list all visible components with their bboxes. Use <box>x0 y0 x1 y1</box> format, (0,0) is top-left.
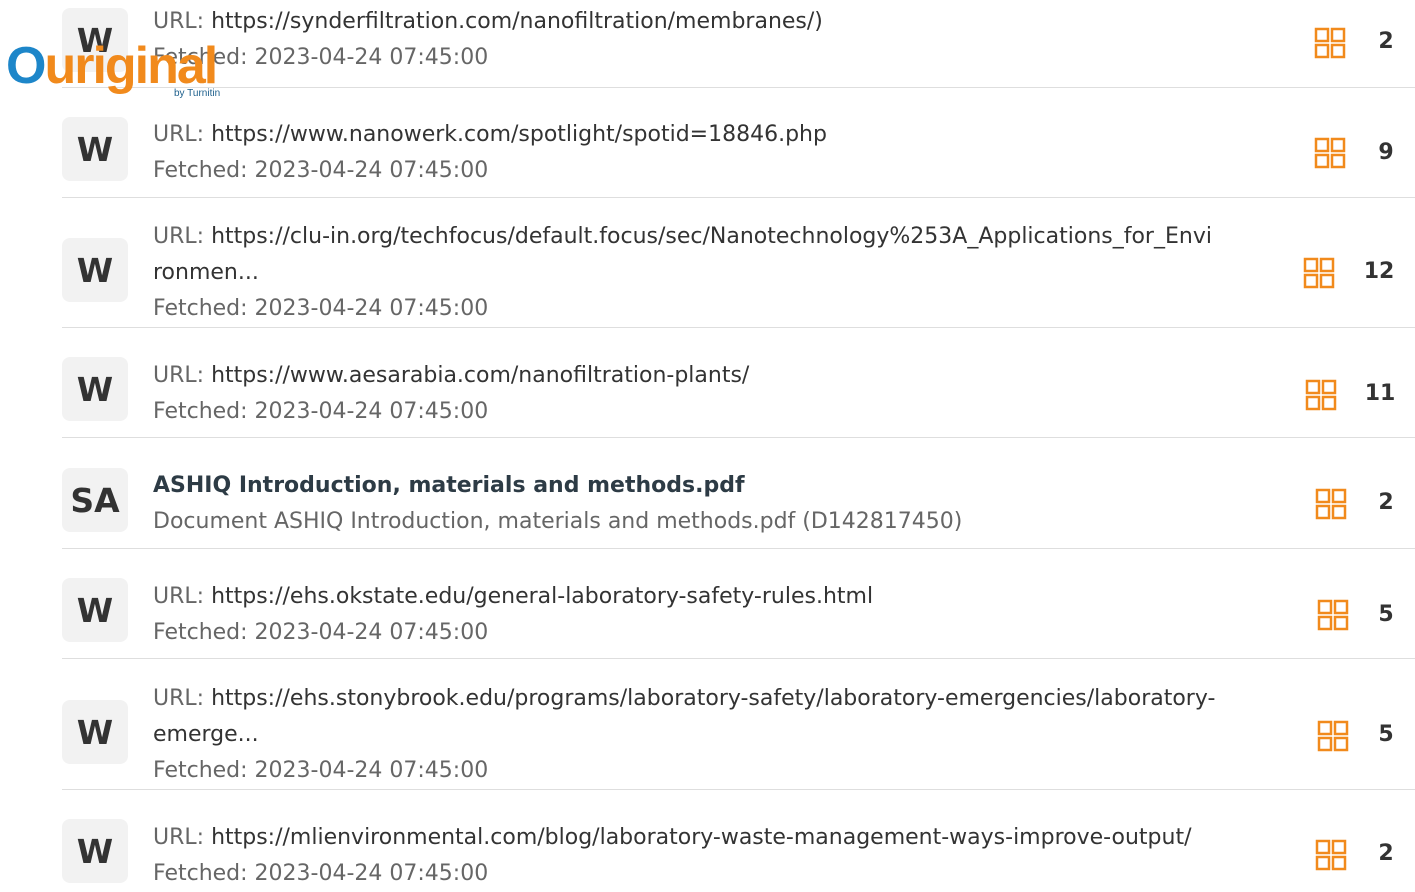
source-row[interactable]: W URL: https://mlienvironmental.com/blog… <box>62 790 1415 892</box>
source-url-link[interactable]: https://clu-in.org/techfocus/default.foc… <box>153 224 1212 285</box>
url-label: URL: <box>153 363 212 388</box>
url-label: URL: <box>153 686 212 711</box>
match-count: 5 <box>1378 602 1394 627</box>
match-count: 5 <box>1378 722 1394 747</box>
match-count: 11 <box>1364 381 1396 406</box>
block-grid-icon[interactable] <box>1314 137 1346 169</box>
block-grid-icon[interactable] <box>1314 27 1346 59</box>
logo-subtitle: by Turnitin <box>174 88 221 99</box>
source-type-badge: W <box>62 700 128 764</box>
source-type-badge: W <box>62 117 128 181</box>
source-url-line: URL: https://ehs.okstate.edu/general-lab… <box>153 579 1265 615</box>
source-url-line: URL: https://www.nanowerk.com/spotlight/… <box>153 117 1265 153</box>
source-subtitle: Document ASHIQ Introduction, materials a… <box>153 509 963 534</box>
source-row[interactable]: W URL: https://www.nanowerk.com/spotligh… <box>62 88 1415 198</box>
source-url-line: URL: https://www.aesarabia.com/nanofiltr… <box>153 358 1265 394</box>
block-grid-icon[interactable] <box>1315 839 1347 871</box>
url-label: URL: <box>153 9 212 34</box>
source-url-line: URL: https://synderfiltration.com/nanofi… <box>153 4 1265 40</box>
source-row[interactable]: W URL: https://synderfiltration.com/nano… <box>62 0 1415 88</box>
source-url-line: URL: https://ehs.stonybrook.edu/programs… <box>153 681 1285 753</box>
source-row[interactable]: W URL: https://ehs.okstate.edu/general-l… <box>62 549 1415 659</box>
source-url-link[interactable]: https://ehs.stonybrook.edu/programs/labo… <box>153 686 1215 747</box>
url-label: URL: <box>153 825 212 850</box>
source-url-link[interactable]: https://www.aesarabia.com/nanofiltration… <box>211 363 749 388</box>
logo-wordmark: Ouriginal <box>6 37 218 95</box>
fetched-date: Fetched: 2023-04-24 07:45:00 <box>153 758 489 783</box>
source-row[interactable]: W URL: https://ehs.stonybrook.edu/progra… <box>62 659 1415 790</box>
fetched-date: Fetched: 2023-04-24 07:45:00 <box>153 296 489 321</box>
block-grid-icon[interactable] <box>1303 257 1335 289</box>
source-url-line: URL: https://clu-in.org/techfocus/defaul… <box>153 219 1215 291</box>
source-url-link[interactable]: https://synderfiltration.com/nanofiltrat… <box>211 9 823 34</box>
source-url-line: URL: https://mlienvironmental.com/blog/l… <box>153 820 1265 856</box>
fetched-date: Fetched: 2023-04-24 07:45:00 <box>153 399 489 424</box>
source-type-badge: W <box>62 819 128 883</box>
url-label: URL: <box>153 224 212 249</box>
block-grid-icon[interactable] <box>1317 599 1349 631</box>
source-type-badge: W <box>62 578 128 642</box>
source-row[interactable]: SA ASHIQ Introduction, materials and met… <box>62 438 1415 549</box>
fetched-date: Fetched: 2023-04-24 07:45:00 <box>153 45 489 70</box>
ouriginal-logo: Ouriginal by Turnitin <box>0 36 240 106</box>
source-title[interactable]: ASHIQ Introduction, materials and method… <box>153 468 1265 504</box>
source-type-badge: W <box>62 357 128 421</box>
source-type-badge: SA <box>62 468 128 532</box>
source-url-link[interactable]: https://mlienvironmental.com/blog/labora… <box>211 825 1191 850</box>
match-count: 12 <box>1363 259 1395 284</box>
source-url-link[interactable]: https://ehs.okstate.edu/general-laborato… <box>211 584 873 609</box>
url-label: URL: <box>153 122 212 147</box>
source-row[interactable]: W URL: https://www.aesarabia.com/nanofil… <box>62 328 1415 438</box>
fetched-date: Fetched: 2023-04-24 07:45:00 <box>153 620 489 645</box>
block-grid-icon[interactable] <box>1305 379 1337 411</box>
match-count: 9 <box>1378 140 1394 165</box>
source-url-link[interactable]: https://www.nanowerk.com/spotlight/spoti… <box>211 122 827 147</box>
url-label: URL: <box>153 584 212 609</box>
match-count: 2 <box>1378 841 1394 866</box>
block-grid-icon[interactable] <box>1317 720 1349 752</box>
match-count: 2 <box>1378 29 1394 54</box>
match-count: 2 <box>1378 490 1394 515</box>
fetched-date: Fetched: 2023-04-24 07:45:00 <box>153 158 489 183</box>
source-type-badge: W <box>62 238 128 302</box>
block-grid-icon[interactable] <box>1315 488 1347 520</box>
fetched-date: Fetched: 2023-04-24 07:45:00 <box>153 861 489 886</box>
source-row[interactable]: W URL: https://clu-in.org/techfocus/defa… <box>62 198 1415 328</box>
